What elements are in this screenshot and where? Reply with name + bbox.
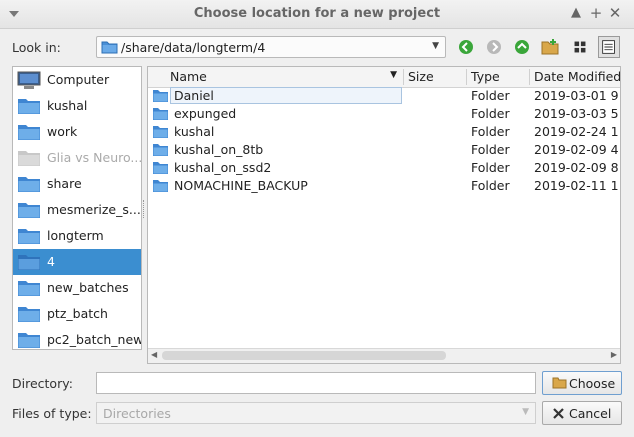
folder-icon bbox=[18, 151, 40, 166]
folder-icon bbox=[153, 180, 168, 192]
file-type: Folder bbox=[471, 178, 510, 193]
file-row[interactable]: Daniel Folder 2019-03-01 9:4 bbox=[148, 87, 620, 105]
file-type: Folder bbox=[471, 124, 510, 139]
sidebar-item-4[interactable]: 4 bbox=[13, 249, 141, 275]
file-name: kushal bbox=[174, 124, 215, 139]
file-name: Daniel bbox=[174, 88, 214, 103]
sidebar-item-computer[interactable]: Computer bbox=[13, 67, 141, 93]
column-header-size[interactable]: Size bbox=[404, 69, 467, 85]
file-name: kushal_on_8tb bbox=[174, 142, 264, 157]
sidebar-item-pc2-batch-new[interactable]: pc2_batch_new bbox=[13, 327, 141, 349]
folder-icon bbox=[18, 177, 40, 192]
files-of-type-select[interactable]: Directories ▼ bbox=[96, 402, 536, 424]
sidebar-item-ptz-batch[interactable]: ptz_batch bbox=[13, 301, 141, 327]
file-row[interactable]: kushal_on_8tb Folder 2019-02-09 4:0 bbox=[148, 141, 620, 159]
choose-button[interactable]: Choose bbox=[542, 371, 622, 395]
column-header-type[interactable]: Type bbox=[467, 69, 530, 85]
sidebar-item-share[interactable]: share bbox=[13, 171, 141, 197]
maximize-icon[interactable]: + bbox=[588, 5, 604, 21]
column-header-date[interactable]: Date Modified bbox=[530, 69, 620, 85]
splitter-handle[interactable] bbox=[143, 200, 147, 218]
sidebar: Computer kushal work Glia vs Neuro... sh… bbox=[12, 66, 142, 350]
scrollbar-thumb[interactable] bbox=[162, 351, 446, 360]
detail-view-button[interactable] bbox=[598, 36, 620, 58]
file-date: 2019-02-24 11 bbox=[534, 124, 620, 139]
folder-icon bbox=[18, 281, 40, 296]
folder-icon bbox=[18, 99, 40, 114]
folder-icon bbox=[153, 162, 168, 174]
files-of-type-label: Files of type: bbox=[12, 406, 92, 421]
folder-icon bbox=[18, 255, 40, 270]
minimize-icon[interactable]: ▲ bbox=[568, 5, 584, 21]
back-button[interactable] bbox=[455, 36, 477, 58]
computer-icon bbox=[17, 71, 41, 89]
folder-icon bbox=[18, 333, 40, 348]
look-in-combo[interactable]: /share/data/longterm/4 ▼ bbox=[96, 36, 446, 58]
folder-icon bbox=[153, 126, 168, 138]
column-header-name[interactable]: Name ▼ bbox=[166, 69, 404, 85]
parent-directory-button[interactable] bbox=[511, 36, 533, 58]
file-type: Folder bbox=[471, 106, 510, 121]
sidebar-item-new-batches[interactable]: new_batches bbox=[13, 275, 141, 301]
sidebar-item-mesmerize[interactable]: mesmerize_s... bbox=[13, 197, 141, 223]
sidebar-item-work[interactable]: work bbox=[13, 119, 141, 145]
folder-icon bbox=[18, 125, 40, 140]
folder-icon bbox=[18, 307, 40, 322]
file-name: kushal_on_ssd2 bbox=[174, 160, 272, 175]
horizontal-scrollbar[interactable]: ◀ ▶ bbox=[148, 348, 620, 363]
directory-input[interactable] bbox=[96, 372, 536, 394]
sidebar-item-longterm[interactable]: longterm bbox=[13, 223, 141, 249]
file-row[interactable]: kushal_on_ssd2 Folder 2019-02-09 8:5 bbox=[148, 159, 620, 177]
file-type: Folder bbox=[471, 142, 510, 157]
look-in-label: Look in: bbox=[12, 40, 61, 55]
folder-open-icon bbox=[552, 377, 567, 389]
title-bar: Choose location for a new project ▲ + ✕ bbox=[0, 0, 634, 29]
folder-icon bbox=[153, 144, 168, 156]
scroll-right-icon[interactable]: ▶ bbox=[611, 350, 617, 359]
file-list[interactable]: Name ▼ Size Type Date Modified Daniel Fo… bbox=[147, 66, 621, 364]
look-in-path: /share/data/longterm/4 bbox=[121, 40, 266, 55]
file-type: Folder bbox=[471, 88, 510, 103]
file-date: 2019-02-09 8:5 bbox=[534, 160, 620, 175]
file-type: Folder bbox=[471, 160, 510, 175]
file-list-header: Name ▼ Size Type Date Modified bbox=[148, 67, 620, 88]
file-date: 2019-03-03 5:1 bbox=[534, 106, 620, 121]
cancel-icon bbox=[553, 408, 564, 419]
sidebar-item-glia[interactable]: Glia vs Neuro... bbox=[13, 145, 141, 171]
folder-icon bbox=[153, 90, 168, 102]
close-icon[interactable]: ✕ bbox=[607, 5, 623, 21]
file-name: expunged bbox=[174, 106, 237, 121]
folder-icon bbox=[18, 203, 40, 218]
folder-icon bbox=[18, 229, 40, 244]
file-row[interactable]: NOMACHINE_BACKUP Folder 2019-02-11 1:2 bbox=[148, 177, 620, 195]
folder-icon bbox=[153, 108, 168, 120]
file-date: 2019-02-11 1:2 bbox=[534, 178, 620, 193]
new-folder-button[interactable] bbox=[539, 36, 561, 58]
file-row[interactable]: expunged Folder 2019-03-03 5:1 bbox=[148, 105, 620, 123]
directory-label: Directory: bbox=[12, 376, 73, 391]
file-date: 2019-02-09 4:0 bbox=[534, 142, 620, 157]
sort-indicator-icon: ▼ bbox=[390, 70, 397, 80]
sidebar-item-kushal[interactable]: kushal bbox=[13, 93, 141, 119]
chevron-down-icon: ▼ bbox=[522, 407, 529, 417]
file-date: 2019-03-01 9:4 bbox=[534, 88, 620, 103]
cancel-button[interactable]: Cancel bbox=[542, 401, 622, 425]
folder-icon bbox=[101, 41, 118, 54]
list-view-button[interactable] bbox=[569, 36, 591, 58]
scroll-left-icon[interactable]: ◀ bbox=[151, 350, 157, 359]
chevron-down-icon: ▼ bbox=[432, 41, 439, 51]
window-title: Choose location for a new project bbox=[193, 6, 441, 21]
file-row[interactable]: kushal Folder 2019-02-24 11 bbox=[148, 123, 620, 141]
file-name: NOMACHINE_BACKUP bbox=[174, 178, 308, 193]
forward-button[interactable] bbox=[483, 36, 505, 58]
